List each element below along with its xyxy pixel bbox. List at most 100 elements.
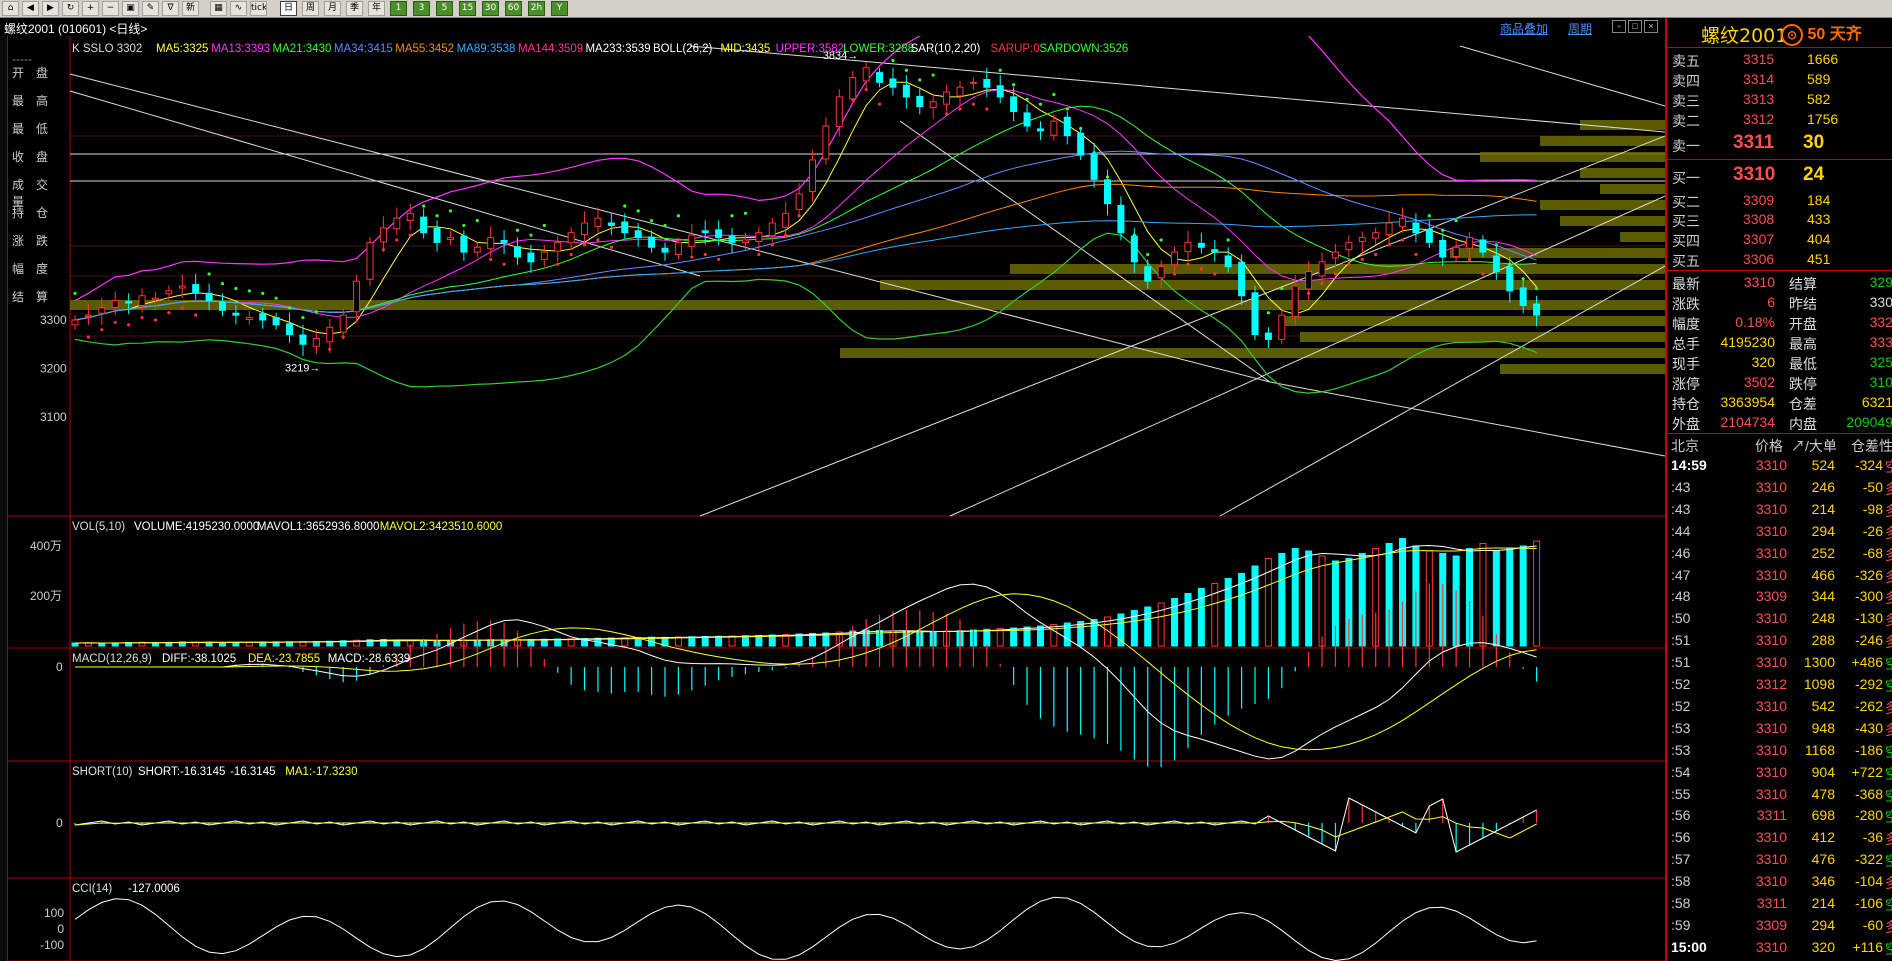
zoom-in-icon[interactable]: + xyxy=(82,1,99,16)
back-icon[interactable]: ◀ xyxy=(22,1,39,16)
sar-dot xyxy=(1333,272,1338,276)
period-button[interactable]: 季 xyxy=(346,1,363,16)
volume-y-tick: 400万 xyxy=(30,539,62,553)
tick-row[interactable]: :52 3310 542 -262多 xyxy=(1667,696,1892,718)
window-max-button[interactable]: □ xyxy=(1628,20,1642,33)
period-button[interactable]: 年 xyxy=(368,1,385,16)
sar-dot xyxy=(623,204,627,208)
candle-body xyxy=(1171,251,1179,266)
minute-period-button[interactable]: 2h xyxy=(528,1,545,16)
sar-dot xyxy=(1400,238,1405,242)
tick-oi-change: -130 xyxy=(1854,610,1883,627)
sar-dot xyxy=(247,289,251,293)
tick-row[interactable]: 14:59 3310 524 -324空 xyxy=(1667,455,1892,477)
tick-row[interactable]: :43 3310 246 -50多 xyxy=(1667,477,1892,499)
candle-body xyxy=(473,246,481,253)
bid-row[interactable]: 买三 3308 433 xyxy=(1667,210,1892,229)
minute-period-button[interactable]: 3 xyxy=(413,1,430,16)
bid-row[interactable]: 买四 3307 404 xyxy=(1667,230,1892,249)
ask-row[interactable]: 卖三 3313 582 xyxy=(1667,90,1892,109)
trendline xyxy=(1459,45,1665,107)
macd-dea-line xyxy=(75,593,1537,751)
fwd-icon[interactable]: ▶ xyxy=(42,1,59,16)
tick-row[interactable]: :53 3310 948 -430多 xyxy=(1667,718,1892,740)
tick-row[interactable]: :44 3310 294 -26多 xyxy=(1667,521,1892,543)
sar-dot xyxy=(475,218,479,223)
candle-body xyxy=(782,212,790,228)
tick-price: 3310 xyxy=(1755,719,1787,736)
candle-body xyxy=(581,222,589,236)
overlay-commodity-link[interactable]: 商品叠加 xyxy=(1500,20,1548,37)
tick-row[interactable]: :43 3310 214 -98多 xyxy=(1667,499,1892,521)
quote-symbol: 螺纹2001 xyxy=(1701,25,1788,47)
window-restore-button[interactable]: ▫ xyxy=(1612,20,1626,33)
tick-row[interactable]: :51 3310 288 -246多 xyxy=(1667,630,1892,652)
ask-row[interactable]: 卖五 3315 1666 xyxy=(1667,50,1892,69)
tick-row[interactable]: :59 3309 294 -60多 xyxy=(1667,915,1892,937)
ask-row[interactable]: 卖一 3311 30 xyxy=(1667,132,1892,154)
tick-row[interactable]: :57 3310 476 -322空 xyxy=(1667,849,1892,871)
ask-row[interactable]: 卖二 3312 1756 xyxy=(1667,110,1892,129)
volume-profile-bar xyxy=(1620,232,1665,242)
indicator-icon[interactable]: ∿ xyxy=(230,1,247,16)
candle-body xyxy=(1104,179,1111,205)
tick-volume: 294 xyxy=(1811,522,1835,539)
minute-period-button[interactable]: 60 xyxy=(505,1,522,16)
volume-indicator-label: VOLUME:4195230.0000 xyxy=(134,521,259,533)
new-icon[interactable]: 新 xyxy=(182,1,199,16)
tick-row[interactable]: :51 3310 1300 +486空 xyxy=(1667,652,1892,674)
candle-body xyxy=(983,78,991,88)
tick-volume: 320 xyxy=(1811,938,1835,955)
tile-icon[interactable]: ▦ xyxy=(210,1,227,16)
short-indicator-label: SHORT:-16.3145 xyxy=(138,766,225,778)
minute-period-button[interactable]: 30 xyxy=(482,1,499,16)
refresh-icon[interactable]: ↻ xyxy=(62,1,79,16)
ask-row[interactable]: 卖四 3314 589 xyxy=(1667,70,1892,89)
bid-row[interactable]: 买二 3309 184 xyxy=(1667,191,1892,210)
candle-body xyxy=(1305,271,1313,290)
tick-row[interactable]: :53 3310 1168 -186空 xyxy=(1667,740,1892,762)
tick-row[interactable]: :58 3310 346 -104多 xyxy=(1667,871,1892,893)
ask-price: 3315 xyxy=(1743,51,1775,67)
tick-row[interactable]: :55 3310 478 -368空 xyxy=(1667,784,1892,806)
period-button[interactable]: 日 xyxy=(280,1,297,16)
zoom-out-icon[interactable]: − xyxy=(102,1,119,16)
tick-row[interactable]: :52 3312 1098 -292空 xyxy=(1667,674,1892,696)
minute-period-button[interactable]: 1 xyxy=(390,1,407,16)
ask-volume: 589 xyxy=(1807,71,1831,87)
tick-price: 3310 xyxy=(1755,478,1787,495)
tick-row[interactable]: :58 3311 214 -106空 xyxy=(1667,893,1892,915)
tick-nature: 多 xyxy=(1885,545,1892,565)
draw-icon[interactable]: ✎ xyxy=(142,1,159,16)
kline-chart[interactable]: 3834→3219→330032003100K SSLO 3302 MA5:332… xyxy=(0,36,1665,961)
period-link[interactable]: 周期 xyxy=(1568,20,1592,37)
tick-oi-change: +116 xyxy=(1852,938,1884,955)
sar-dot xyxy=(489,257,493,261)
tick-icon[interactable]: tick xyxy=(250,1,267,16)
home-icon[interactable]: ⌂ xyxy=(2,1,19,16)
minute-period-button[interactable]: 5 xyxy=(436,1,453,16)
tick-row[interactable]: :50 3310 248 -130多 xyxy=(1667,608,1892,630)
window-close-button[interactable]: × xyxy=(1644,20,1658,33)
minute-period-button[interactable]: 15 xyxy=(459,1,476,16)
tick-row[interactable]: 15:00 3310 320 +116空 xyxy=(1667,937,1892,959)
tick-row[interactable]: :54 3310 904 +722空 xyxy=(1667,762,1892,784)
tick-row[interactable]: :56 3310 412 -36多 xyxy=(1667,827,1892,849)
ask-price: 3314 xyxy=(1743,71,1775,87)
candle-body xyxy=(1466,237,1474,249)
tick-row[interactable]: :48 3309 344 -300多 xyxy=(1667,586,1892,608)
tick-row[interactable]: :46 3310 252 -68多 xyxy=(1667,543,1892,565)
price-y-tick: 3200 xyxy=(40,362,67,376)
sar-dot xyxy=(542,223,546,228)
bid-row[interactable]: 买五 3306 451 xyxy=(1667,250,1892,269)
period-button[interactable]: 月 xyxy=(324,1,341,16)
bid-row[interactable]: 买一 3310 24 xyxy=(1667,164,1892,186)
tick-row[interactable]: :47 3310 466 -326多 xyxy=(1667,565,1892,587)
save-icon[interactable]: ▣ xyxy=(122,1,139,16)
sar-dot xyxy=(944,112,949,116)
tick-row[interactable]: :56 3311 698 -280空 xyxy=(1667,805,1892,827)
period-button[interactable]: 周 xyxy=(302,1,319,16)
minute-period-button[interactable]: Y xyxy=(551,1,568,16)
stat-value: 209049 xyxy=(1846,414,1892,430)
filter-icon[interactable]: ∇ xyxy=(162,1,179,16)
